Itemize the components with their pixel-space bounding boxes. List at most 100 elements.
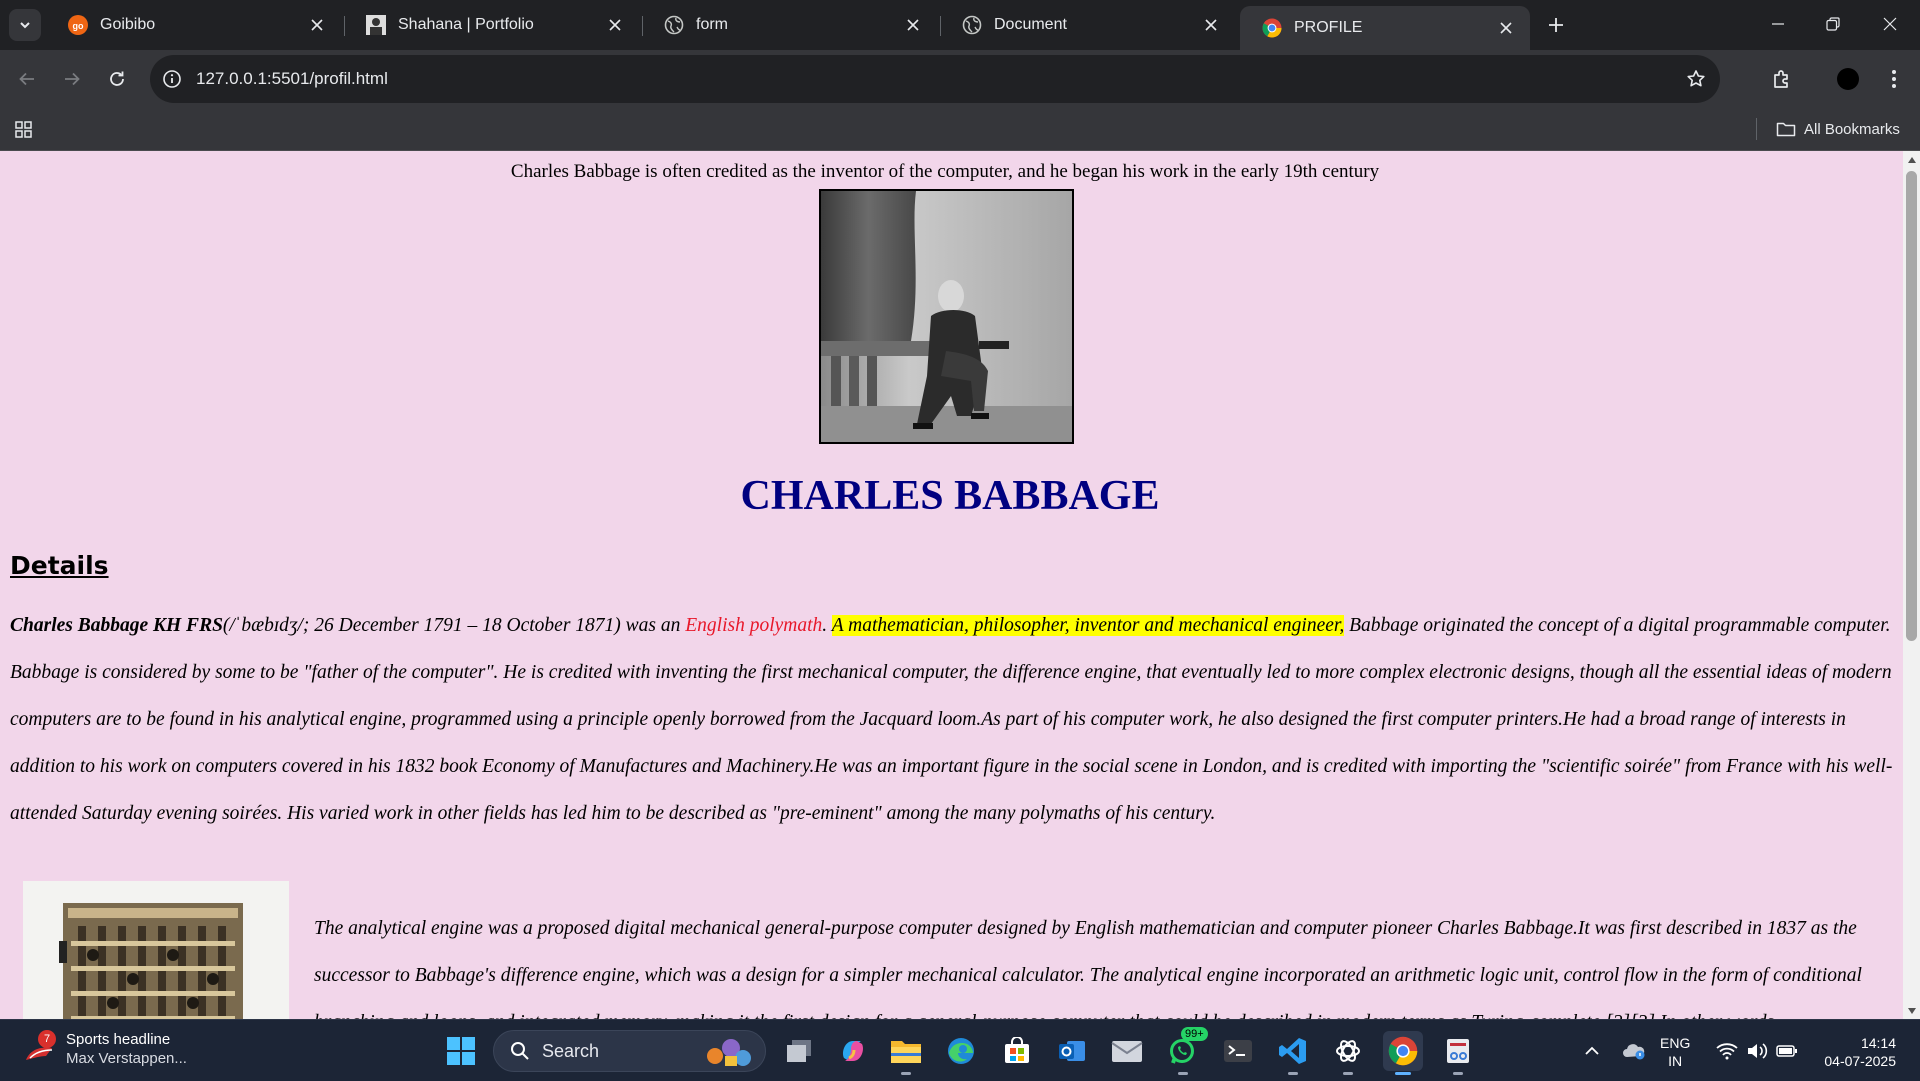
tab-profile[interactable]: PROFILE [1240,6,1530,50]
scroll-down-icon[interactable] [1903,1002,1920,1019]
close-icon[interactable] [1201,15,1221,35]
bookmark-star-icon[interactable] [1684,67,1708,91]
system-clock[interactable]: 14:14 04-07-2025 [1812,1034,1896,1070]
chatgpt-button[interactable] [1328,1031,1368,1075]
running-indicator [1178,1072,1188,1075]
file-explorer-button[interactable] [886,1031,926,1075]
store-button[interactable] [997,1031,1037,1071]
start-button[interactable] [441,1031,481,1071]
store-icon [1005,1037,1029,1063]
portfolio-icon [366,15,386,35]
site-info-icon[interactable] [160,67,184,91]
onedrive-icon[interactable] [1620,1031,1648,1071]
wifi-icon[interactable] [1714,1031,1740,1071]
forward-button[interactable] [56,63,88,95]
address-bar[interactable]: 127.0.0.1:5501/profil.html [150,55,1720,103]
search-label: Search [542,1040,600,1061]
chevron-down-icon [20,22,30,29]
close-icon[interactable] [307,15,327,35]
taskbar-search[interactable]: Search [493,1030,766,1072]
tab-goibibo[interactable]: go Goibibo [46,6,341,44]
windows-taskbar: 7 Sports headline Max Verstappen... Sear… [0,1019,1920,1081]
vscode-button[interactable] [1273,1031,1313,1075]
plus-icon [1549,18,1563,32]
outlook-icon [1059,1041,1085,1061]
new-tab-button[interactable] [1542,11,1570,39]
page-scrollbar[interactable] [1903,151,1920,1019]
running-indicator [1288,1072,1298,1075]
portrait-image [819,189,1074,444]
more-vertical-icon [1892,70,1896,88]
news-widget[interactable]: 7 Sports headline Max Verstappen... [22,1030,187,1068]
news-badge: 7 [38,1030,56,1048]
tab-document[interactable]: Document [940,6,1235,44]
minimize-button[interactable] [1756,8,1800,40]
goibibo-icon: go [68,15,88,35]
close-icon [1883,17,1897,31]
all-bookmarks-button[interactable]: All Bookmarks [1776,117,1900,141]
snipping-tool-button[interactable] [1438,1031,1478,1075]
avatar-icon [1837,68,1859,90]
mail-icon [1111,1041,1143,1062]
browser-toolbar: 127.0.0.1:5501/profil.html [0,50,1920,108]
extensions-button[interactable] [1766,63,1798,95]
bio-name: Charles Babbage KH FRS [10,615,223,636]
clock-date: 04-07-2025 [1824,1053,1896,1069]
arrow-left-icon [19,72,34,86]
task-view-button[interactable] [779,1031,819,1071]
snipping-tool-icon [1447,1039,1469,1063]
search-icon [511,1042,529,1060]
close-window-button[interactable] [1868,8,1912,40]
language-indicator[interactable]: ENG IN [1660,1034,1690,1070]
running-indicator [1395,1072,1411,1075]
close-icon[interactable] [605,15,625,35]
url-text[interactable]: 127.0.0.1:5501/profil.html [196,69,388,89]
bio-highlight: A mathematician, philosopher, inventor a… [831,615,1345,636]
tab-search-button[interactable] [9,9,41,41]
reload-button[interactable] [101,63,133,95]
close-icon[interactable] [903,15,923,35]
whatsapp-button[interactable]: 99+ [1163,1027,1208,1075]
restore-button[interactable] [1811,8,1855,40]
edge-icon [948,1038,974,1064]
puzzle-icon [1774,70,1788,88]
edge-button[interactable] [941,1031,981,1071]
chrome-icon [1262,18,1282,38]
globe-icon [664,15,684,35]
news-icon: 7 [22,1030,60,1068]
minimize-icon [1772,23,1784,25]
copilot-button[interactable] [833,1031,873,1071]
globe-icon [962,15,982,35]
chrome-taskbar-button[interactable] [1383,1031,1423,1075]
running-indicator [1343,1072,1353,1075]
lang-top: ENG [1660,1035,1691,1051]
back-button[interactable] [11,63,43,95]
copilot-icon [843,1041,863,1061]
bio-rest: Babbage originated the concept of a digi… [10,615,1893,824]
vscode-icon [1279,1038,1306,1064]
battery-icon[interactable] [1774,1031,1800,1071]
chrome-menu-button[interactable] [1878,63,1910,95]
details-heading: Details [10,551,109,580]
all-bookmarks-label: All Bookmarks [1804,120,1900,138]
close-icon[interactable] [1496,18,1516,38]
tab-portfolio[interactable]: Shahana | Portfolio [344,6,639,44]
profile-avatar[interactable] [1832,63,1864,95]
arrow-right-icon [65,72,80,86]
show-hidden-icons-button[interactable] [1580,1031,1604,1071]
chevron-up-icon [1585,1046,1599,1055]
tab-title: Document [994,16,1067,33]
outlook-button[interactable] [1052,1031,1092,1071]
chatgpt-icon [1336,1040,1360,1062]
volume-icon[interactable] [1744,1031,1770,1071]
scrollbar-thumb[interactable] [1906,171,1917,641]
mail-button[interactable] [1107,1031,1147,1071]
tab-title: PROFILE [1294,19,1363,36]
tab-form[interactable]: form [642,6,937,44]
page-viewport: Charles Babbage is often credited as the… [0,151,1903,1019]
apps-grid-icon[interactable] [12,117,36,141]
restore-icon [1826,17,1840,31]
tab-title: form [696,16,728,33]
terminal-button[interactable] [1218,1031,1258,1071]
scroll-up-icon[interactable] [1903,151,1920,168]
